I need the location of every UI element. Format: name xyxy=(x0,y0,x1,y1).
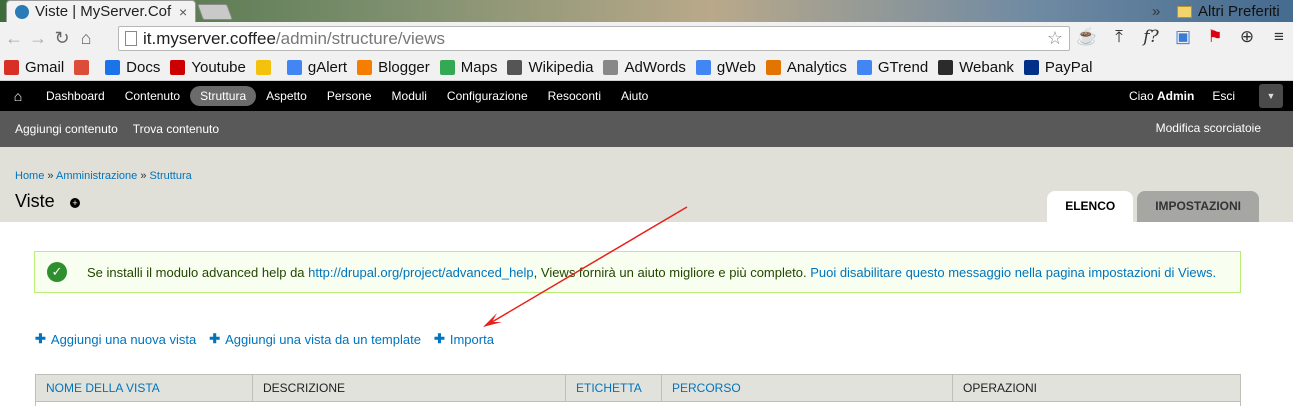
annotation-arrow xyxy=(483,206,688,327)
annotation-arrow-line xyxy=(491,206,688,323)
annotation-arrow-head xyxy=(483,313,502,327)
